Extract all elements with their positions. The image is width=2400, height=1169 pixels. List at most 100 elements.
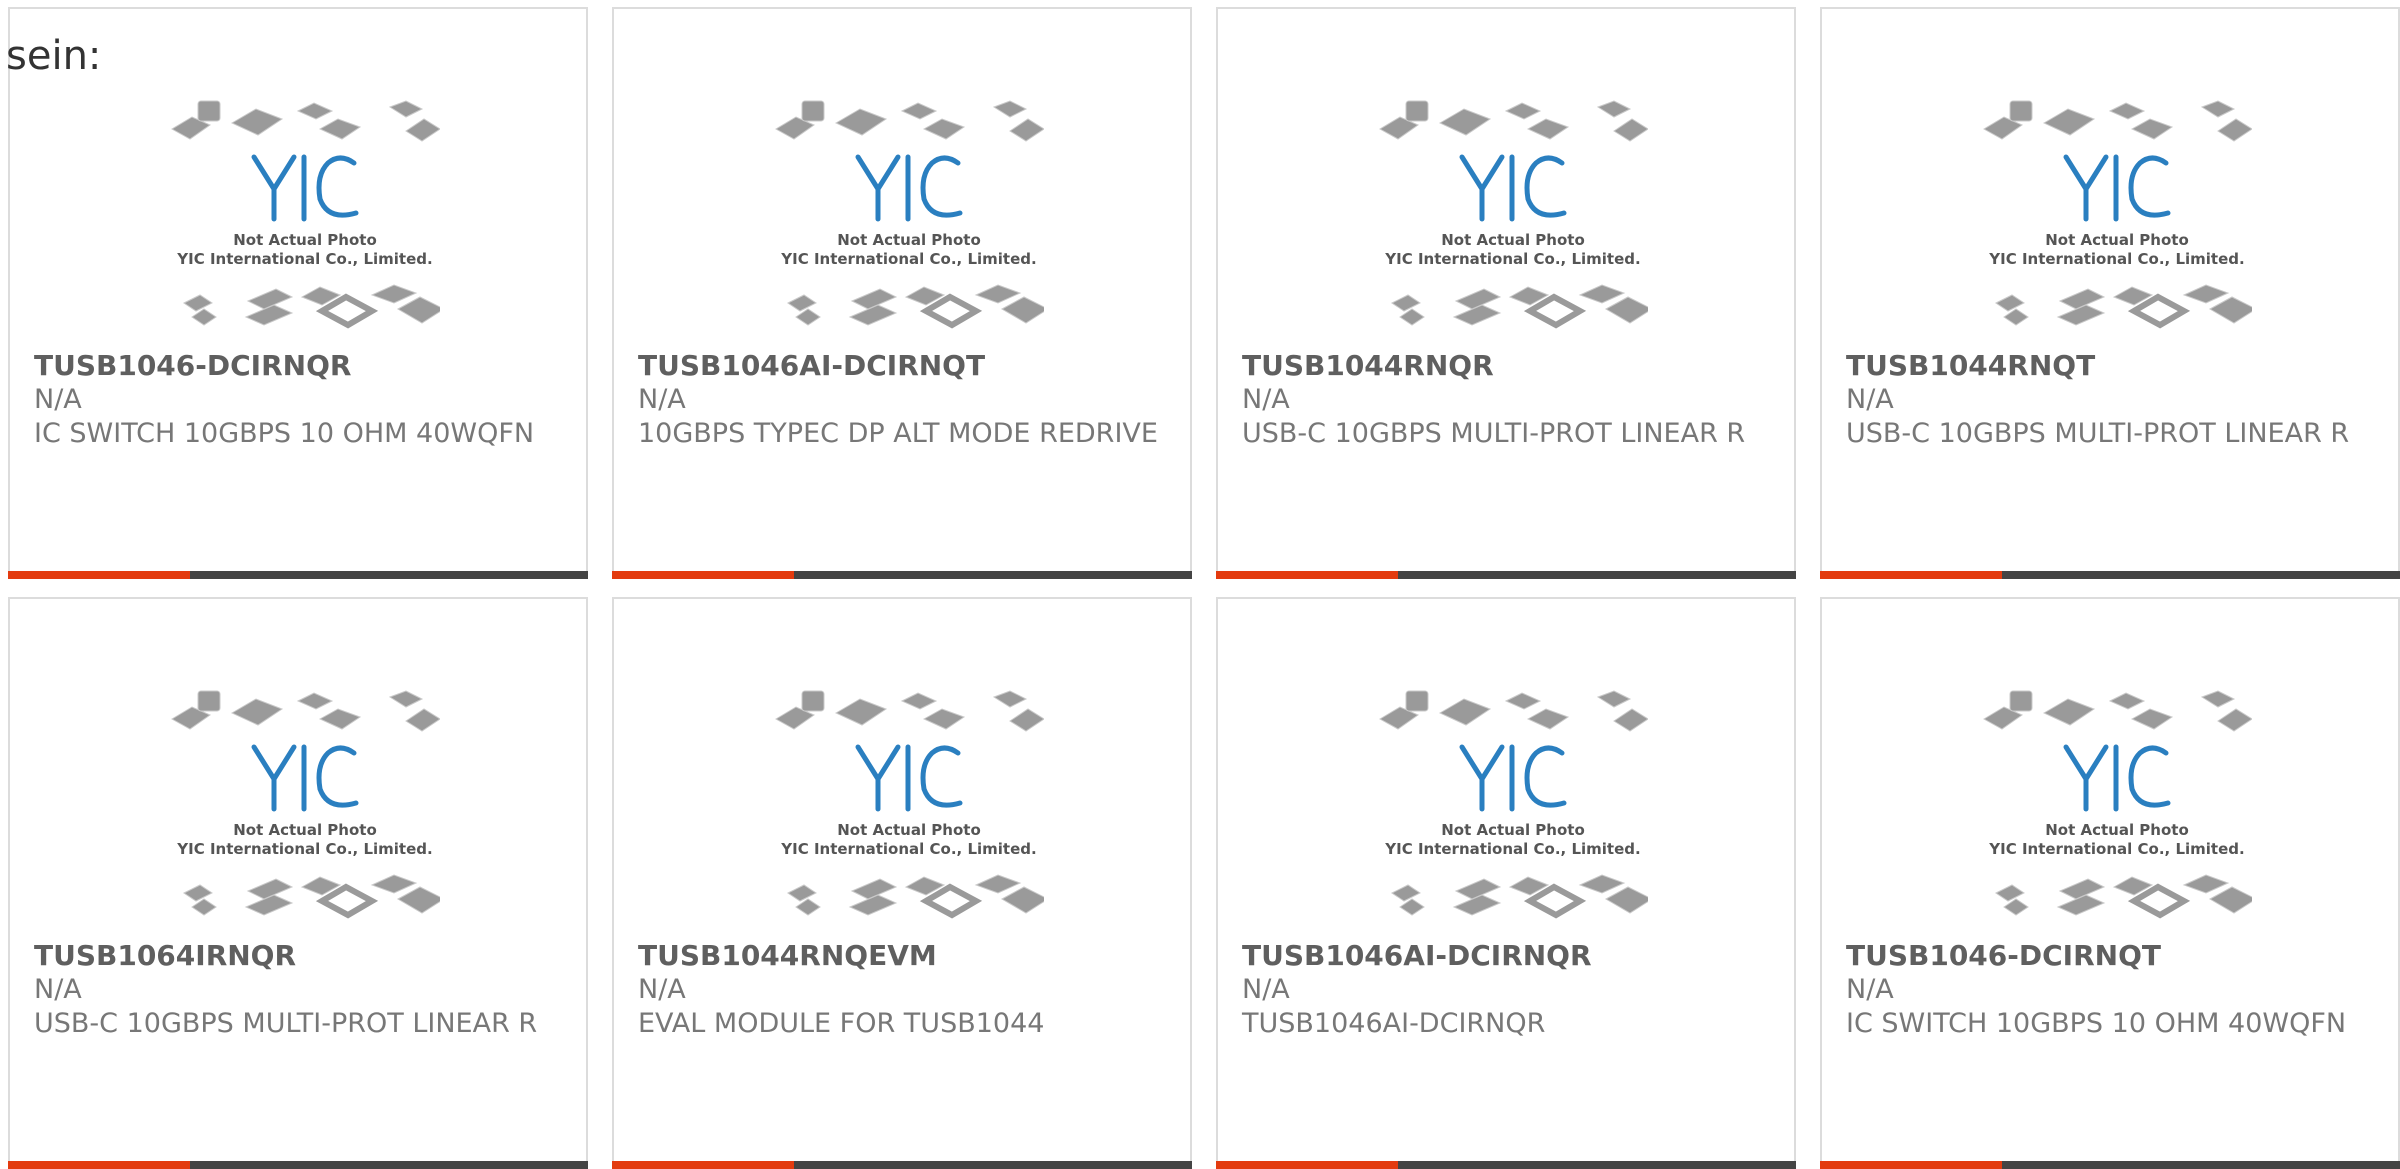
chip-placeholder-image: Not Actual Photo YIC International Co., … <box>1983 100 2252 329</box>
card-accent-bar <box>1820 1161 2002 1169</box>
part-number-link[interactable]: TUSB1064IRNQR <box>34 939 554 973</box>
card-accent-bar <box>8 1161 190 1169</box>
logo-y <box>2063 154 2109 194</box>
card-bottom-bar <box>1216 1161 1796 1169</box>
product-description: EVAL MODULE FOR TUSB1044 <box>638 1008 1045 1039</box>
caption-line-2: YIC International Co., Limited. <box>1384 840 1640 858</box>
part-number-link[interactable]: TUSB1044RNQR <box>1242 349 1762 383</box>
card-bottom-bar <box>612 571 1192 579</box>
logo-y <box>1459 744 1505 784</box>
product-description: 10GBPS TYPEC DP ALT MODE REDRIVE <box>638 418 1158 449</box>
manufacturer-text: N/A <box>638 974 686 1005</box>
product-card[interactable]: Not Actual Photo YIC International Co., … <box>612 7 1192 579</box>
part-number-link[interactable]: TUSB1046AI-DCIRNQR <box>1242 939 1762 973</box>
product-info: TUSB1046AI-DCIRNQR N/A TUSB1046AI-DCIRNQ… <box>1242 939 1762 1041</box>
product-image[interactable]: Not Actual Photo YIC International Co., … <box>170 687 440 937</box>
product-card[interactable]: Not Actual Photo YIC International Co., … <box>1820 7 2400 579</box>
caption-line-2: YIC International Co., Limited. <box>176 250 432 268</box>
product-info: TUSB1064IRNQR N/A USB-C 10GBPS MULTI-PRO… <box>34 939 554 1041</box>
product-info: TUSB1046-DCIRNQT N/A IC SWITCH 10GBPS 10… <box>1846 939 2366 1041</box>
logo-c <box>316 155 359 218</box>
manufacturer-text: N/A <box>1846 974 1894 1005</box>
manufacturer-text: N/A <box>1242 974 1290 1005</box>
chip-placeholder-image: Not Actual Photo YIC International Co., … <box>775 100 1044 329</box>
caption-line-1: Not Actual Photo <box>837 821 981 839</box>
logo-y <box>2063 744 2109 784</box>
manufacturer-text: N/A <box>34 974 82 1005</box>
logo-y <box>855 744 901 784</box>
card-accent-bar <box>1216 571 1398 579</box>
logo-c <box>2128 745 2171 808</box>
caption-line-1: Not Actual Photo <box>837 231 981 249</box>
manufacturer-text: N/A <box>1846 384 1894 415</box>
part-number-link[interactable]: TUSB1044RNQT <box>1846 349 2366 383</box>
card-bottom-bar <box>1216 571 1796 579</box>
product-description: USB-C 10GBPS MULTI-PROT LINEAR R <box>1846 418 2350 449</box>
logo-y <box>1459 154 1505 194</box>
caption-line-2: YIC International Co., Limited. <box>780 840 1036 858</box>
caption-line-1: Not Actual Photo <box>233 231 377 249</box>
manufacturer-text: N/A <box>1242 384 1290 415</box>
manufacturer-text: N/A <box>638 384 686 415</box>
caption-line-2: YIC International Co., Limited. <box>176 840 432 858</box>
caption-line-2: YIC International Co., Limited. <box>1988 840 2244 858</box>
product-card[interactable]: Not Actual Photo YIC International Co., … <box>612 597 1192 1169</box>
card-accent-bar <box>1216 1161 1398 1169</box>
chip-placeholder-image: Not Actual Photo YIC International Co., … <box>171 100 440 329</box>
chip-placeholder-image: Not Actual Photo YIC International Co., … <box>775 690 1044 919</box>
caption-line-1: Not Actual Photo <box>2045 821 2189 839</box>
product-card[interactable]: Not Actual Photo YIC International Co., … <box>8 7 588 579</box>
caption-line-1: Not Actual Photo <box>1441 231 1585 249</box>
card-accent-bar <box>1820 571 2002 579</box>
card-bottom-bar <box>8 1161 588 1169</box>
product-image[interactable]: Not Actual Photo YIC International Co., … <box>1982 687 2252 937</box>
part-number-link[interactable]: TUSB1046-DCIRNQR <box>34 349 554 383</box>
logo-y <box>251 744 297 784</box>
card-accent-bar <box>612 1161 794 1169</box>
logo-c <box>920 745 963 808</box>
product-card[interactable]: Not Actual Photo YIC International Co., … <box>8 597 588 1169</box>
card-bottom-bar <box>1820 571 2400 579</box>
caption-line-2: YIC International Co., Limited. <box>1988 250 2244 268</box>
part-number-link[interactable]: TUSB1044RNQEVM <box>638 939 1158 973</box>
product-info: TUSB1046-DCIRNQR N/A IC SWITCH 10GBPS 10… <box>34 349 554 451</box>
product-info: TUSB1044RNQEVM N/A EVAL MODULE FOR TUSB1… <box>638 939 1158 1041</box>
card-bottom-bar <box>612 1161 1192 1169</box>
card-bottom-bar <box>1820 1161 2400 1169</box>
caption-line-1: Not Actual Photo <box>233 821 377 839</box>
product-info: TUSB1044RNQT N/A USB-C 10GBPS MULTI-PROT… <box>1846 349 2366 451</box>
logo-y <box>855 154 901 194</box>
caption-line-1: Not Actual Photo <box>2045 231 2189 249</box>
product-card[interactable]: Not Actual Photo YIC International Co., … <box>1820 597 2400 1169</box>
logo-c <box>1524 745 1567 808</box>
logo-c <box>1524 155 1567 218</box>
part-number-link[interactable]: TUSB1046-DCIRNQT <box>1846 939 2366 973</box>
logo-c <box>920 155 963 218</box>
part-number-link[interactable]: TUSB1046AI-DCIRNQT <box>638 349 1158 383</box>
chip-placeholder-image: Not Actual Photo YIC International Co., … <box>1379 100 1648 329</box>
product-image[interactable]: Not Actual Photo YIC International Co., … <box>1982 97 2252 347</box>
product-description: IC SWITCH 10GBPS 10 OHM 40WQFN <box>34 418 535 449</box>
page-heading: sein: <box>6 33 102 79</box>
logo-y <box>251 154 297 194</box>
logo-c <box>316 745 359 808</box>
product-description: IC SWITCH 10GBPS 10 OHM 40WQFN <box>1846 1008 2347 1039</box>
product-card[interactable]: Not Actual Photo YIC International Co., … <box>1216 7 1796 579</box>
product-card[interactable]: Not Actual Photo YIC International Co., … <box>1216 597 1796 1169</box>
product-info: TUSB1044RNQR N/A USB-C 10GBPS MULTI-PROT… <box>1242 349 1762 451</box>
product-image[interactable]: Not Actual Photo YIC International Co., … <box>774 97 1044 347</box>
caption-line-1: Not Actual Photo <box>1441 821 1585 839</box>
product-image[interactable]: Not Actual Photo YIC International Co., … <box>170 97 440 347</box>
product-description: TUSB1046AI-DCIRNQR <box>1242 1008 1546 1039</box>
product-info: TUSB1046AI-DCIRNQT N/A 10GBPS TYPEC DP A… <box>638 349 1158 451</box>
product-description: USB-C 10GBPS MULTI-PROT LINEAR R <box>34 1008 538 1039</box>
product-image[interactable]: Not Actual Photo YIC International Co., … <box>1378 687 1648 937</box>
product-description: USB-C 10GBPS MULTI-PROT LINEAR R <box>1242 418 1746 449</box>
caption-line-2: YIC International Co., Limited. <box>1384 250 1640 268</box>
card-bottom-bar <box>8 571 588 579</box>
product-image[interactable]: Not Actual Photo YIC International Co., … <box>1378 97 1648 347</box>
chip-placeholder-image: Not Actual Photo YIC International Co., … <box>171 690 440 919</box>
product-image[interactable]: Not Actual Photo YIC International Co., … <box>774 687 1044 937</box>
logo-c <box>2128 155 2171 218</box>
card-accent-bar <box>8 571 190 579</box>
